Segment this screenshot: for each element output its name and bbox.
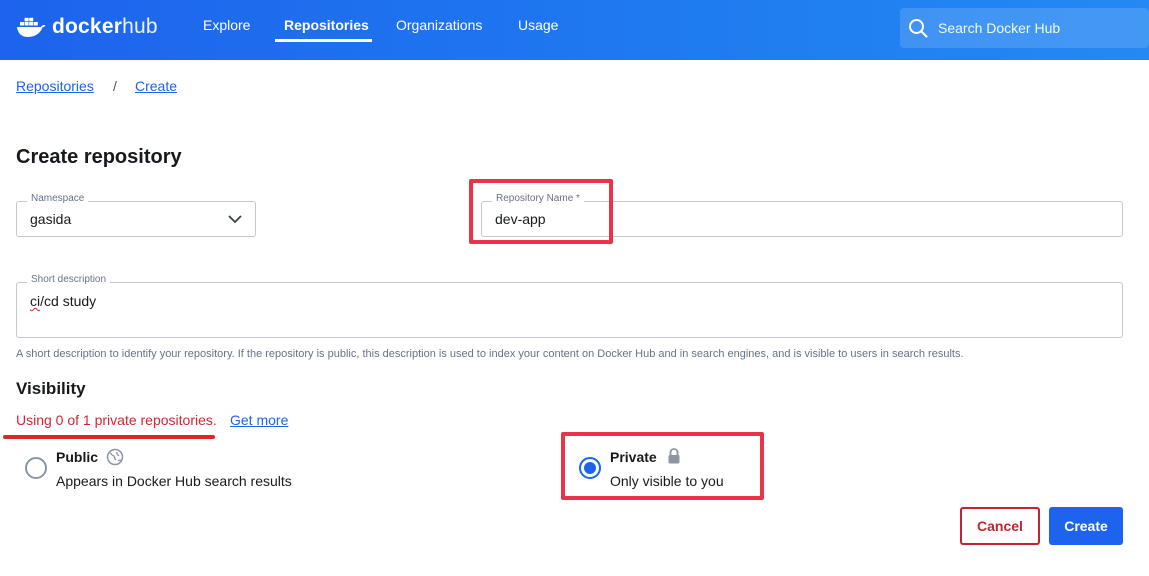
page-title: Create repository — [16, 146, 182, 168]
create-button[interactable]: Create — [1049, 507, 1123, 545]
search-icon — [909, 19, 928, 38]
breadcrumb-create-link[interactable]: Create — [135, 78, 177, 94]
chevron-down-icon — [228, 215, 242, 224]
docker-whale-icon — [17, 17, 46, 37]
short-description-value: ci/cd study — [30, 293, 96, 309]
nav-usage[interactable]: Usage — [518, 17, 558, 43]
repository-name-highlight — [469, 179, 613, 244]
private-option-highlight — [561, 432, 764, 500]
top-nav-bar: dockerhub Explore Repositories Organizat… — [0, 0, 1149, 60]
short-description-field[interactable]: Short description ci/cd study — [16, 274, 1123, 338]
public-option-description: Appears in Docker Hub search results — [56, 473, 292, 489]
public-option-title: Public — [56, 449, 99, 465]
nav-explore[interactable]: Explore — [203, 17, 250, 43]
private-usage-text: Using 0 of 1 private repositories. — [16, 412, 217, 428]
search-input[interactable]: Search Docker Hub — [900, 8, 1149, 48]
active-nav-indicator — [275, 39, 372, 42]
short-description-helper: A short description to identify your rep… — [16, 348, 964, 360]
public-radio[interactable] — [25, 457, 47, 479]
docker-hub-logo[interactable]: dockerhub — [16, 12, 158, 42]
short-description-label: Short description — [27, 274, 111, 285]
short-description-rest: /cd study — [40, 293, 97, 309]
logo-text-docker: docker — [52, 15, 123, 38]
globe-icon — [106, 448, 124, 466]
search-placeholder: Search Docker Hub — [938, 20, 1061, 36]
namespace-value: gasida — [30, 211, 72, 227]
breadcrumb-repositories-link[interactable]: Repositories — [16, 78, 94, 94]
breadcrumb-separator: / — [113, 78, 117, 94]
namespace-select[interactable]: Namespace gasida — [16, 193, 256, 237]
cancel-button[interactable]: Cancel — [960, 507, 1040, 545]
misspelled-word: ci — [30, 293, 41, 309]
logo-text-hub: hub — [122, 15, 158, 38]
get-more-link[interactable]: Get more — [230, 412, 288, 428]
visibility-title: Visibility — [16, 379, 86, 398]
namespace-label: Namespace — [27, 193, 89, 204]
usage-annotation-underline — [3, 435, 215, 439]
nav-organizations[interactable]: Organizations — [396, 17, 482, 43]
